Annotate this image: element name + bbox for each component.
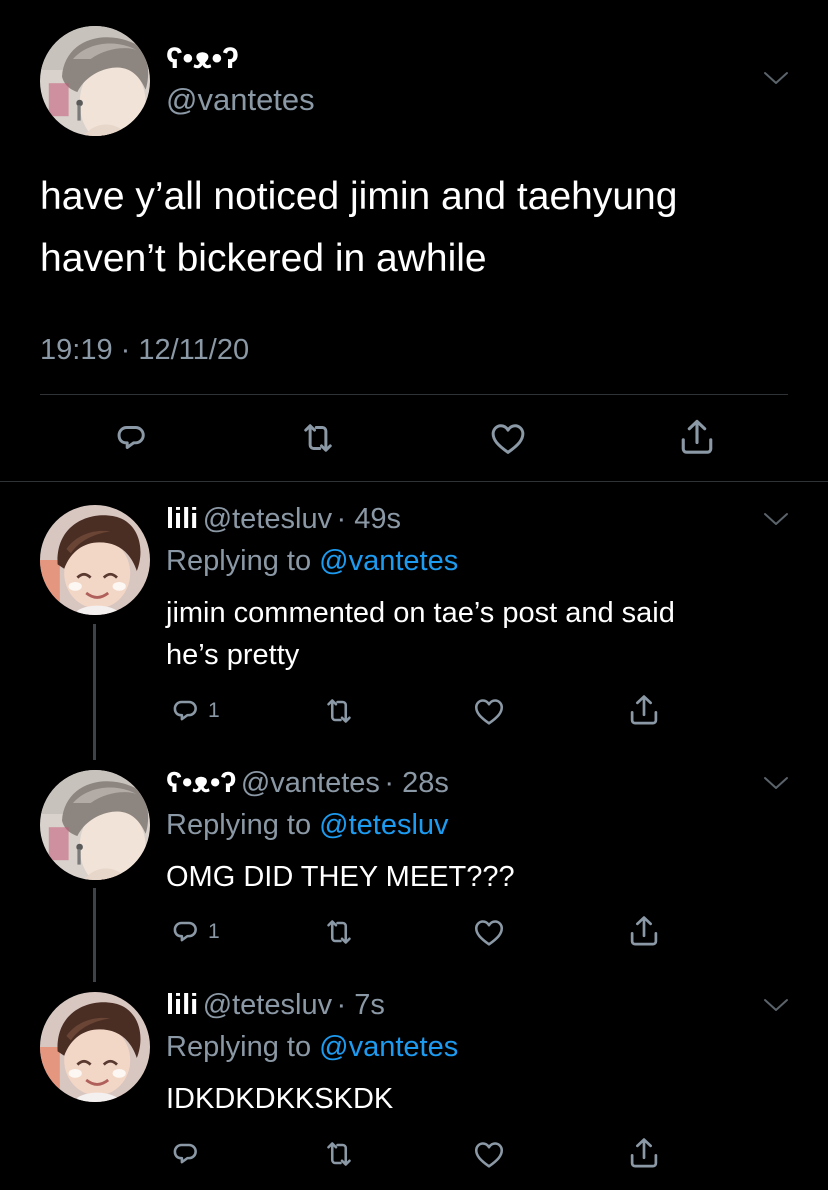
reply-count: 1 (208, 699, 220, 722)
like-button[interactable] (487, 417, 529, 459)
avatar-image (40, 26, 150, 136)
reply-text: jimin commented on tae’s post and said h… (166, 592, 675, 676)
tweet-text-line: haven’t bickered in awhile (40, 237, 487, 280)
like-button[interactable] (471, 1136, 507, 1172)
tweet-timestamp[interactable]: 19:19 · 12/11/20 (40, 334, 249, 367)
reply-text-line: he’s pretty (166, 639, 300, 671)
reply-icon (168, 693, 204, 729)
avatar-image (40, 770, 150, 880)
like-icon (471, 693, 507, 729)
avatar-image (40, 505, 150, 615)
reply-time: · 7s (336, 989, 385, 1021)
display-name[interactable]: ʕ•ᴥ•ʔ (166, 42, 239, 76)
share-icon (625, 912, 663, 950)
reply-count: 1 (208, 920, 220, 943)
reply-header: lili @tetesluv · 7s (166, 989, 385, 1022)
reply-button[interactable] (111, 417, 153, 459)
user-handle[interactable]: @tetesluv (203, 503, 332, 535)
reply-time: · 28s (384, 767, 449, 799)
reply-text: IDKDKDKKSKDK (166, 1078, 393, 1120)
avatar-image (40, 992, 150, 1102)
like-button[interactable] (471, 914, 507, 950)
user-handle[interactable]: @vantetes (166, 82, 315, 118)
tweet-text: have y’all noticed jimin and taehyung ha… (40, 166, 677, 290)
replying-prefix: Replying to (166, 545, 312, 577)
share-button[interactable] (625, 912, 663, 950)
avatar[interactable] (40, 505, 150, 615)
replying-to-link[interactable]: @tetesluv (319, 809, 448, 841)
retweet-icon (321, 1136, 357, 1172)
reply-icon (111, 417, 153, 459)
share-button[interactable] (625, 691, 663, 729)
replying-to: Replying to @tetesluv (166, 809, 449, 842)
retweet-button[interactable] (321, 914, 357, 950)
reply-text-line: jimin commented on tae’s post and said (166, 597, 675, 629)
display-name[interactable]: ʕ•ᴥ•ʔ (166, 767, 236, 799)
retweet-icon (321, 693, 357, 729)
reply-text-line: OMG DID THEY MEET??? (166, 861, 515, 893)
user-handle[interactable]: @tetesluv (203, 989, 332, 1021)
thread-connector (93, 888, 96, 982)
display-name[interactable]: lili (166, 503, 198, 535)
replying-to: Replying to @vantetes (166, 1031, 458, 1064)
tweet-text-line: have y’all noticed jimin and taehyung (40, 175, 678, 218)
like-icon (471, 1136, 507, 1172)
like-icon (471, 914, 507, 950)
reply-button[interactable]: 1 (168, 693, 220, 729)
reply-header: lili @tetesluv · 49s (166, 503, 401, 536)
replying-to: Replying to @vantetes (166, 545, 458, 578)
reply-icon (168, 1136, 204, 1172)
retweet-button[interactable] (321, 1136, 357, 1172)
avatar[interactable] (40, 992, 150, 1102)
section-divider (0, 481, 828, 482)
chevron-down-icon[interactable] (763, 775, 789, 791)
avatar[interactable] (40, 770, 150, 880)
share-icon (625, 1134, 663, 1172)
replying-prefix: Replying to (166, 809, 312, 841)
display-name[interactable]: lili (166, 989, 198, 1021)
replying-to-link[interactable]: @vantetes (319, 545, 458, 577)
retweet-icon (321, 914, 357, 950)
share-icon (625, 691, 663, 729)
replying-prefix: Replying to (166, 1031, 312, 1063)
retweet-icon (297, 417, 339, 459)
divider (40, 394, 788, 395)
like-button[interactable] (471, 693, 507, 729)
user-handle[interactable]: @vantetes (241, 767, 380, 799)
reply-button[interactable] (168, 1136, 208, 1172)
reply-text: OMG DID THEY MEET??? (166, 856, 515, 898)
chevron-down-icon[interactable] (763, 997, 789, 1013)
chevron-down-icon[interactable] (763, 70, 789, 86)
retweet-button[interactable] (297, 417, 339, 459)
like-icon (487, 417, 529, 459)
reply-icon (168, 914, 204, 950)
retweet-button[interactable] (321, 693, 357, 729)
thread-connector (93, 624, 96, 760)
avatar[interactable] (40, 26, 150, 136)
share-button[interactable] (675, 415, 719, 459)
reply-text-line: IDKDKDKKSKDK (166, 1083, 394, 1115)
reply-header: ʕ•ᴥ•ʔ @vantetes · 28s (166, 767, 449, 800)
reply-time: · 49s (336, 503, 402, 535)
reply-button[interactable]: 1 (168, 914, 220, 950)
replying-to-link[interactable]: @vantetes (319, 1031, 458, 1063)
share-button[interactable] (625, 1134, 663, 1172)
share-icon (675, 415, 719, 459)
chevron-down-icon[interactable] (763, 511, 789, 527)
